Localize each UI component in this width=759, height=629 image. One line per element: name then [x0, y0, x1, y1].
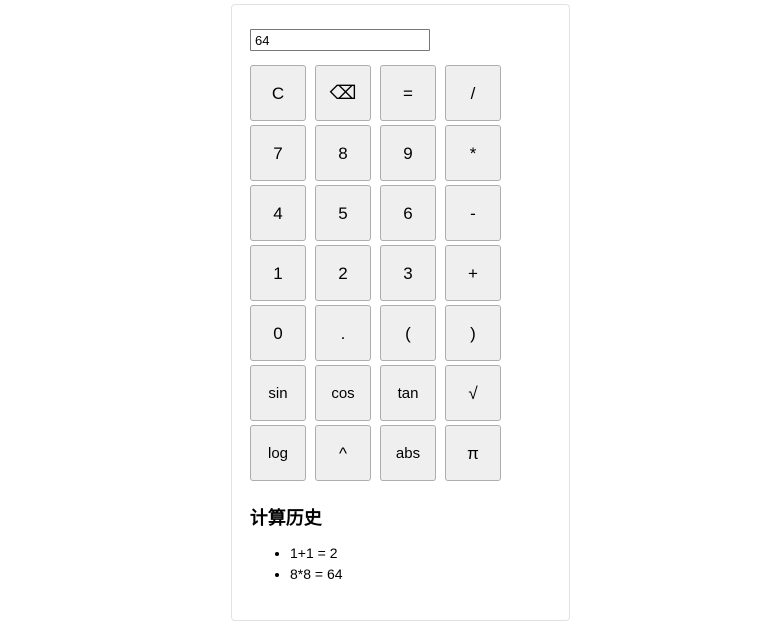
- history-item: 1+1 = 2: [290, 543, 551, 564]
- key-abs[interactable]: abs: [380, 425, 436, 481]
- history-title: 计算历史: [250, 508, 322, 528]
- display-input[interactable]: [250, 29, 430, 51]
- key-add[interactable]: +: [445, 245, 501, 301]
- key-paren-open[interactable]: (: [380, 305, 436, 361]
- history-list: 1+1 = 28*8 = 64: [250, 543, 551, 585]
- key-sin[interactable]: sin: [250, 365, 306, 421]
- key-6[interactable]: 6: [380, 185, 436, 241]
- key-sqrt[interactable]: √: [445, 365, 501, 421]
- calculator-panel: C⌫=/ 789* 456- 123+0.() sincostan√ log^absπ 计…: [231, 4, 570, 621]
- key-clear[interactable]: C: [250, 65, 306, 121]
- key-multiply[interactable]: *: [445, 125, 501, 181]
- key-3[interactable]: 3: [380, 245, 436, 301]
- key-cos[interactable]: cos: [315, 365, 371, 421]
- key-1[interactable]: 1: [250, 245, 306, 301]
- key-log[interactable]: log: [250, 425, 306, 481]
- key-7[interactable]: 7: [250, 125, 306, 181]
- key-power[interactable]: ^: [315, 425, 371, 481]
- key-4[interactable]: 4: [250, 185, 306, 241]
- key-0[interactable]: 0: [250, 305, 306, 361]
- calculator-content: C⌫=/ 789* 456- 123+0.() sincostan√ log^absπ 计…: [250, 29, 551, 585]
- keypad-grid: C ⌫ =/ 7 8 9 * 4 5 6- 1 2 3 +0.() sin cos tan √ log ^ abs π: [250, 65, 551, 481]
- key-8[interactable]: 8: [315, 125, 371, 181]
- key-subtract[interactable]: -: [445, 185, 501, 241]
- display-row: [250, 29, 551, 51]
- history-item: 8*8 = 64: [290, 564, 551, 585]
- key-9[interactable]: 9: [380, 125, 436, 181]
- key-equals[interactable]: =: [380, 65, 436, 121]
- key-2[interactable]: 2: [315, 245, 371, 301]
- calculator-app: C⌫=/ 789* 456- 123+0.() sincostan√ log^absπ 计…: [0, 0, 759, 629]
- key-tan[interactable]: tan: [380, 365, 436, 421]
- key-pi[interactable]: π: [445, 425, 501, 481]
- key-paren-close[interactable]: ): [445, 305, 501, 361]
- history-section: 计算历史 1+1 = 28*8 = 64: [250, 507, 551, 585]
- key-decimal[interactable]: .: [315, 305, 371, 361]
- key-5[interactable]: 5: [315, 185, 371, 241]
- key-divide[interactable]: /: [445, 65, 501, 121]
- backspace-icon[interactable]: ⌫: [315, 65, 371, 121]
